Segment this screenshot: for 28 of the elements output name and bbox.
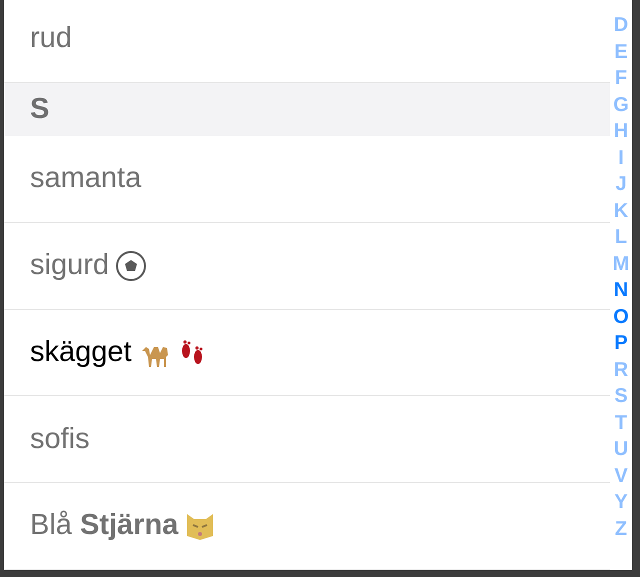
index-letter[interactable]: K <box>614 198 628 224</box>
index-letter[interactable]: M <box>612 250 630 277</box>
contact-name[interactable]: sigurd <box>30 244 109 288</box>
index-letter[interactable]: U <box>614 436 628 462</box>
contact-name[interactable]: Blå Stjärna <box>30 504 178 548</box>
index-letter[interactable]: S <box>614 383 628 410</box>
index-letter[interactable]: L <box>614 224 628 250</box>
index-letter[interactable]: Z <box>614 516 628 542</box>
contact-name[interactable]: sofis <box>30 418 90 462</box>
index-letter[interactable]: N <box>614 277 628 304</box>
index-letter[interactable]: Y <box>614 489 628 516</box>
index-letter[interactable]: R <box>614 356 628 383</box>
contact-name[interactable]: skägget <box>30 330 132 374</box>
index-letter[interactable]: P <box>614 330 628 356</box>
ball-icon <box>115 250 147 282</box>
index-letter[interactable]: J <box>615 171 627 198</box>
index-letter[interactable]: H <box>614 118 628 144</box>
index-letter[interactable]: D <box>614 12 628 38</box>
contact-name[interactable]: rud <box>30 17 72 61</box>
index-letter[interactable]: G <box>613 92 629 118</box>
index-letter[interactable]: T <box>614 410 628 436</box>
index-letter[interactable]: O <box>613 304 629 330</box>
index-letter[interactable]: V <box>614 462 628 489</box>
index-letter[interactable]: F <box>614 65 628 92</box>
index-letter[interactable]: E <box>614 38 628 65</box>
section-header: S <box>30 92 50 127</box>
contact-name[interactable]: samanta <box>30 157 142 201</box>
index-letter[interactable]: I <box>618 144 624 171</box>
